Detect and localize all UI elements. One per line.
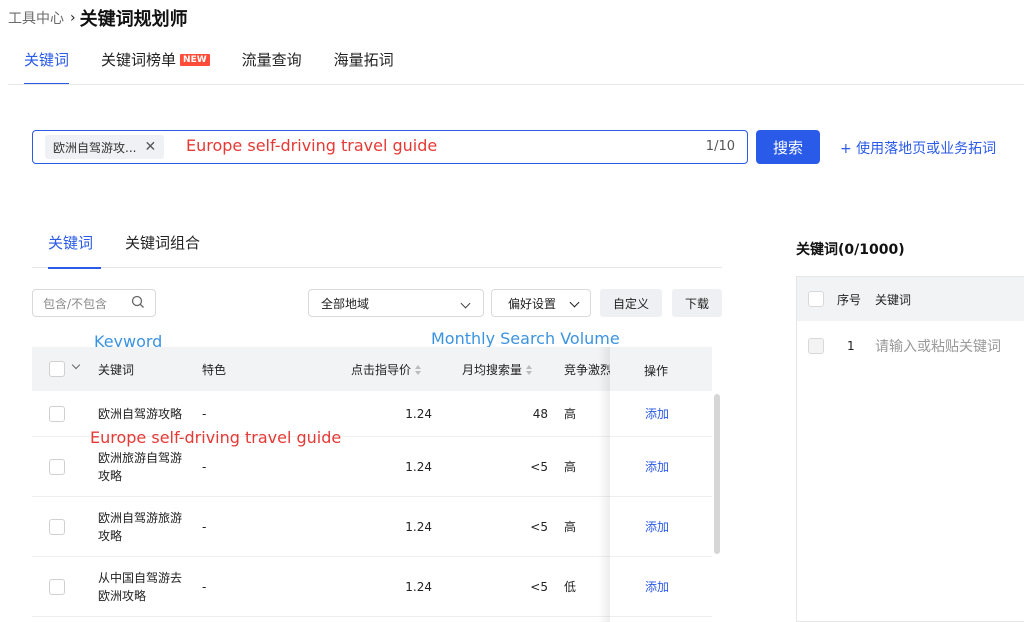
header-feature: 特色: [202, 362, 227, 377]
close-icon[interactable]: ✕: [144, 139, 156, 155]
new-badge: NEW: [180, 54, 210, 66]
include-exclude-filter-input[interactable]: 包含/不包含: [32, 289, 156, 317]
region-value: 全部地域: [321, 296, 370, 311]
tab-mass-expansion[interactable]: 海量拓词: [334, 46, 394, 84]
chevron-down-icon: [569, 297, 580, 308]
divider: [8, 84, 1024, 85]
header-keyword: 关键词: [875, 292, 912, 307]
row-checkbox[interactable]: [49, 518, 65, 535]
keyword-text-cont: 欧洲攻略: [98, 588, 147, 603]
keyword-text: 欧洲自驾游攻略: [98, 406, 183, 421]
feature-cell: -: [202, 519, 207, 534]
keyword-counter: 1/10: [705, 139, 735, 154]
row-annotation: Europe self-driving travel guide: [90, 428, 342, 447]
keyword-cell: 欧洲自驾游旅游 攻略: [98, 509, 190, 545]
volume-cell: 48: [532, 406, 548, 421]
breadcrumb-parent-link[interactable]: 工具中心: [8, 8, 64, 28]
add-keyword-button[interactable]: 添加: [645, 518, 669, 535]
page-title: 关键词规划师: [79, 9, 188, 30]
chevron-right-icon: ›: [70, 10, 76, 26]
keyword-tag: 欧洲自驾游攻... ✕: [45, 135, 165, 159]
header-volume[interactable]: 月均搜索量: [462, 361, 533, 378]
tab-label: 流量查询: [241, 51, 302, 69]
tab-label: 关键词榜单: [101, 51, 177, 69]
keyword-cell: 欧洲旅游自驾游 攻略: [98, 449, 190, 485]
tab-keyword-combination[interactable]: 关键词组合: [109, 226, 216, 268]
volume-cell: <5: [530, 519, 548, 534]
tab-label: 关键词: [24, 51, 70, 69]
table-row: 从中国自驾游去 欧洲攻略 - 1.24 <5 低 添加: [32, 557, 712, 617]
feature-cell: -: [202, 406, 207, 421]
region-select[interactable]: 全部地域: [308, 289, 484, 317]
result-tabs: 关键词 关键词组合: [32, 226, 722, 269]
keyword-cell: 从中国自驾游去 欧洲攻略: [98, 569, 190, 605]
select-all-checkbox[interactable]: [808, 291, 824, 307]
cpc-cell: 1.24: [405, 406, 432, 421]
add-keyword-button[interactable]: 添加: [645, 458, 669, 475]
volume-cell: <5: [530, 459, 548, 474]
keyword-text: 从中国自驾游去: [98, 570, 183, 585]
header-keyword: 关键词: [98, 362, 135, 377]
add-keyword-button[interactable]: 添加: [645, 578, 669, 595]
row-index: 1: [847, 339, 855, 353]
keyword-input[interactable]: 请输入或粘贴关键词: [875, 336, 1001, 356]
search-icon: [131, 295, 144, 308]
selected-keywords-title: 关键词(0/1000): [796, 242, 905, 258]
cpc-cell: 1.24: [405, 579, 432, 594]
preference-label: 偏好设置: [508, 296, 557, 311]
chevron-down-icon: [460, 298, 471, 309]
row-checkbox[interactable]: [49, 578, 65, 595]
search-button[interactable]: 搜索: [756, 130, 820, 164]
feature-cell: -: [202, 459, 207, 474]
tab-label: 海量拓词: [333, 51, 394, 69]
cpc-cell: 1.24: [405, 519, 432, 534]
header-cpc-label: 点击指导价: [351, 362, 412, 377]
tab-keywords[interactable]: 关键词: [32, 226, 109, 269]
sticky-column-shadow: [598, 347, 610, 622]
download-button[interactable]: 下载: [672, 289, 722, 317]
keyword-tag-label: 欧洲自驾游攻...: [53, 140, 137, 155]
top-tabs: 关键词 关键词榜单 NEW 流量查询 海量拓词: [24, 46, 426, 85]
action-column-header: 操作: [610, 347, 712, 391]
row-checkbox[interactable]: [49, 405, 65, 422]
volume-annotation: Monthly Search Volume: [431, 329, 620, 348]
competition-cell: 低: [564, 580, 577, 594]
search-annotation: Europe self-driving travel guide: [186, 136, 438, 155]
keyword-text-cont: 攻略: [98, 528, 123, 543]
tab-traffic-query[interactable]: 流量查询: [242, 46, 302, 84]
sort-icon[interactable]: [526, 365, 533, 375]
cpc-cell: 1.24: [405, 459, 432, 474]
volume-cell: <5: [530, 579, 548, 594]
keyword-cell: 欧洲自驾游攻略: [98, 405, 190, 423]
customize-button[interactable]: 自定义: [600, 289, 662, 317]
competition-cell: 高: [564, 407, 577, 421]
header-cpc[interactable]: 点击指导价: [351, 361, 422, 378]
select-all-checkbox[interactable]: [49, 361, 65, 377]
table-scrollbar[interactable]: [714, 394, 720, 554]
header-volume-label: 月均搜索量: [462, 362, 523, 377]
row-checkbox[interactable]: [808, 338, 824, 354]
breadcrumb: 工具中心 › 关键词规划师: [8, 6, 188, 30]
tab-keyword[interactable]: 关键词: [24, 46, 70, 85]
chevron-down-icon[interactable]: [71, 360, 81, 370]
feature-cell: -: [202, 579, 207, 594]
keyword-input-row: 1 请输入或粘贴关键词: [797, 321, 1024, 371]
header-index: 序号: [837, 292, 862, 307]
landing-page-expand-link[interactable]: + 使用落地页或业务拓词: [840, 138, 996, 158]
competition-cell: 高: [564, 460, 577, 474]
keyword-text-cont: 攻略: [98, 468, 123, 483]
table-row: 欧洲自驾游旅游 攻略 - 1.24 <5 高 添加: [32, 497, 712, 557]
add-keyword-button[interactable]: 添加: [645, 405, 669, 422]
panel-header: 序号 关键词: [797, 277, 1024, 321]
header-action: 操作: [644, 364, 669, 378]
row-checkbox[interactable]: [49, 458, 65, 475]
preference-settings-dropdown[interactable]: 偏好设置: [491, 289, 591, 317]
selected-keywords-panel: 序号 关键词 1 请输入或粘贴关键词: [796, 276, 1024, 622]
keyword-text: 欧洲旅游自驾游: [98, 450, 183, 465]
tab-keyword-ranking[interactable]: 关键词榜单 NEW: [101, 46, 210, 84]
sort-icon[interactable]: [415, 365, 422, 375]
keyword-text: 欧洲自驾游旅游: [98, 510, 183, 525]
filter-placeholder: 包含/不包含: [43, 296, 108, 311]
competition-cell: 高: [564, 520, 577, 534]
